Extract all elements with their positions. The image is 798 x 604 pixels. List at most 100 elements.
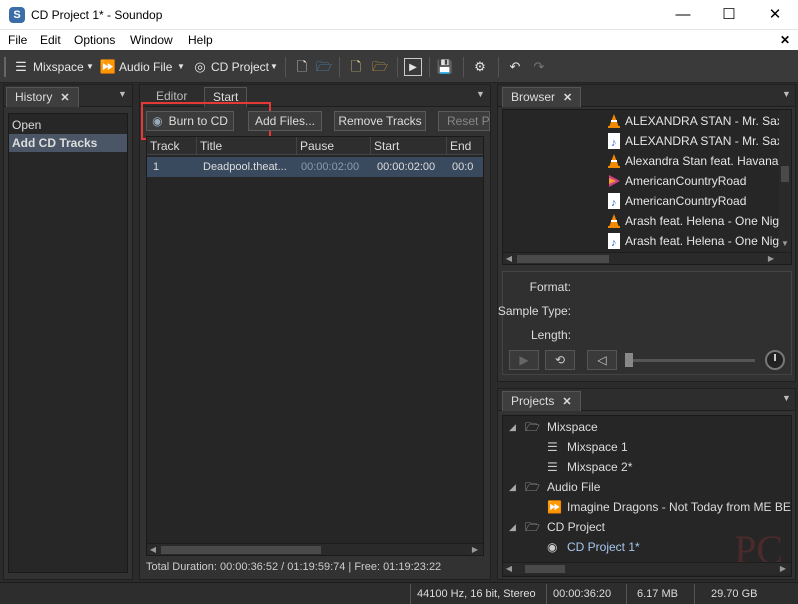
maximize-button[interactable]: ☐ — [706, 0, 752, 30]
tab-browser[interactable]: Browser ✕ — [502, 87, 582, 107]
column-end[interactable]: End — [447, 137, 483, 155]
panel-menu-icon[interactable]: ▼ — [782, 393, 792, 405]
tab-history[interactable]: History ✕ — [6, 87, 79, 107]
tree-group-mixspace[interactable]: Mixspace — [547, 417, 598, 437]
preview-volume-slider[interactable] — [627, 359, 755, 362]
panel-menu-icon[interactable]: ▼ — [118, 89, 128, 101]
history-item-add-cd-tracks[interactable]: Add CD Tracks — [9, 134, 127, 152]
tree-item-mixspace-1[interactable]: Mixspace 1 — [567, 437, 628, 457]
tree-group-audio-file[interactable]: Audio File — [547, 477, 600, 497]
browser-tab-label: Browser — [511, 90, 556, 104]
tracks-table: Track Title Pause Start End 1 Deadpool.t… — [146, 136, 484, 556]
panel-menu-icon[interactable]: ▼ — [476, 89, 486, 101]
folder-icon: 🗁 — [525, 480, 540, 494]
panel-menu-icon[interactable]: ▼ — [782, 89, 792, 101]
cd-project-panel: Editor Start ▼ ◉ Burn to CD Add Files... … — [139, 84, 491, 580]
history-item-open[interactable]: Open — [12, 116, 41, 134]
list-item[interactable]: Arash feat. Helena - One Nigh — [625, 211, 786, 231]
format-label: Format: — [529, 280, 571, 294]
reset-pause-button[interactable]: Reset Pa — [438, 111, 490, 131]
menu-file[interactable]: File — [8, 33, 27, 47]
loop-button[interactable]: ⟲ — [545, 350, 575, 370]
scroll-thumb[interactable] — [517, 255, 609, 263]
vertical-scrollbar[interactable]: ▼ — [779, 110, 791, 252]
loop-icon: ⟲ — [554, 353, 566, 367]
collapse-arrow-icon[interactable]: ◢ — [509, 417, 516, 437]
window-title: CD Project 1* - Soundop — [31, 8, 163, 22]
tab-projects[interactable]: Projects ✕ — [502, 391, 581, 411]
tree-group-cd-project[interactable]: CD Project — [547, 517, 605, 537]
close-tab-icon[interactable]: ✕ — [563, 92, 572, 104]
scroll-thumb[interactable] — [161, 546, 321, 554]
tree-item-audio-file[interactable]: Imagine Dragons - Not Today from ME BEFO — [567, 497, 791, 517]
audio-file-button[interactable]: Audio File — [119, 58, 172, 76]
menu-options[interactable]: Options — [74, 33, 115, 47]
close-tab-icon[interactable]: ✕ — [562, 396, 571, 408]
toolbar-separator — [498, 57, 499, 77]
menu-window[interactable]: Window — [130, 33, 173, 47]
cd-project-dropdown-icon[interactable]: ▼ — [270, 58, 278, 76]
scroll-left-icon[interactable]: ◀ — [503, 563, 515, 575]
list-item[interactable]: Alexandra Stan feat. Havana - — [625, 151, 786, 171]
list-item[interactable]: ALEXANDRA STAN - Mr. Saxob — [625, 131, 791, 151]
list-item[interactable]: ALEXANDRA STAN - Mr. Saxob — [625, 111, 791, 131]
menu-help[interactable]: Help — [188, 33, 213, 47]
mixspace-dropdown-icon[interactable]: ▼ — [86, 58, 94, 76]
redo-icon[interactable]: ↷ — [530, 58, 548, 76]
settings-gear-icon[interactable]: ⚙ — [471, 58, 489, 76]
scroll-left-icon[interactable]: ◀ — [147, 544, 159, 556]
undo-icon[interactable]: ↶ — [506, 58, 524, 76]
file-list: ALEXANDRA STAN - Mr. Saxob ♪ ALEXANDRA S… — [502, 109, 792, 265]
save-icon[interactable]: 💾 — [436, 58, 454, 76]
collapse-arrow-icon[interactable]: ◢ — [509, 517, 516, 537]
column-start[interactable]: Start — [371, 137, 447, 155]
minimize-button[interactable]: — — [660, 0, 706, 30]
close-document-icon[interactable]: ✕ — [780, 33, 790, 47]
tree-item-mixspace-2[interactable]: Mixspace 2* — [567, 457, 632, 477]
preview-play-button[interactable]: ▶ — [509, 350, 539, 370]
table-row[interactable]: 1 Deadpool.theat... 00:00:02:00 00:00:02… — [147, 157, 483, 177]
svg-text:♪: ♪ — [611, 197, 617, 209]
add-files-button[interactable]: Add Files... — [248, 111, 322, 131]
track-end: 00:0 — [452, 161, 474, 173]
scroll-right-icon[interactable]: ▶ — [765, 253, 777, 264]
column-title[interactable]: Title — [197, 137, 297, 155]
file-info-area: Format: Sample Type: Length: ▶ ⟲ ◁ — [498, 271, 792, 375]
audio-file-dropdown-icon[interactable]: ▼ — [177, 58, 185, 76]
new-file-icon[interactable]: 🗋 — [293, 58, 311, 76]
list-item[interactable]: Arash feat. Helena - One Nigh — [625, 231, 786, 251]
horizontal-scrollbar[interactable]: ◀ ▶ — [503, 562, 791, 574]
collapse-arrow-icon[interactable]: ◢ — [509, 477, 516, 497]
mixspace-icon: ☰ — [15, 59, 27, 74]
history-list: Open Add CD Tracks — [8, 113, 128, 573]
tree-item-cd-project-1[interactable]: CD Project 1* — [567, 537, 640, 557]
scroll-thumb[interactable] — [781, 166, 789, 182]
scroll-down-icon[interactable]: ▼ — [779, 238, 791, 250]
play-icon[interactable]: ▶ — [404, 58, 422, 76]
column-pause[interactable]: Pause — [297, 137, 371, 155]
open-folder-icon[interactable]: 🗁 — [315, 58, 333, 76]
close-button[interactable]: ✕ — [752, 0, 798, 30]
scroll-right-icon[interactable]: ▶ — [469, 544, 481, 556]
slider-handle[interactable] — [625, 353, 633, 367]
scroll-thumb[interactable] — [525, 565, 565, 573]
scroll-left-icon[interactable]: ◀ — [503, 253, 515, 264]
mixspace-button[interactable]: Mixspace — [33, 58, 84, 76]
scroll-right-icon[interactable]: ▶ — [777, 563, 789, 575]
menu-edit[interactable]: Edit — [40, 33, 61, 47]
pan-knob[interactable] — [765, 350, 785, 370]
list-item[interactable]: AmericanCountryRoad — [625, 191, 746, 211]
horizontal-scrollbar[interactable]: ◀ ▶ — [503, 252, 791, 264]
new-project-icon[interactable]: 🗋 — [347, 58, 365, 76]
list-item[interactable]: AmericanCountryRoad — [625, 171, 746, 191]
open-project-icon[interactable]: 🗁 — [371, 58, 389, 76]
track-number: 1 — [153, 161, 160, 173]
cd-project-button[interactable]: CD Project — [211, 58, 269, 76]
horizontal-scrollbar[interactable]: ◀ ▶ — [147, 543, 483, 555]
volume-button[interactable]: ◁ — [587, 350, 617, 370]
toolbar-separator — [285, 57, 286, 77]
column-track[interactable]: Track — [147, 137, 197, 155]
remove-tracks-button[interactable]: Remove Tracks — [334, 111, 426, 131]
toolbar-separator — [397, 57, 398, 77]
close-tab-icon[interactable]: ✕ — [60, 92, 69, 104]
